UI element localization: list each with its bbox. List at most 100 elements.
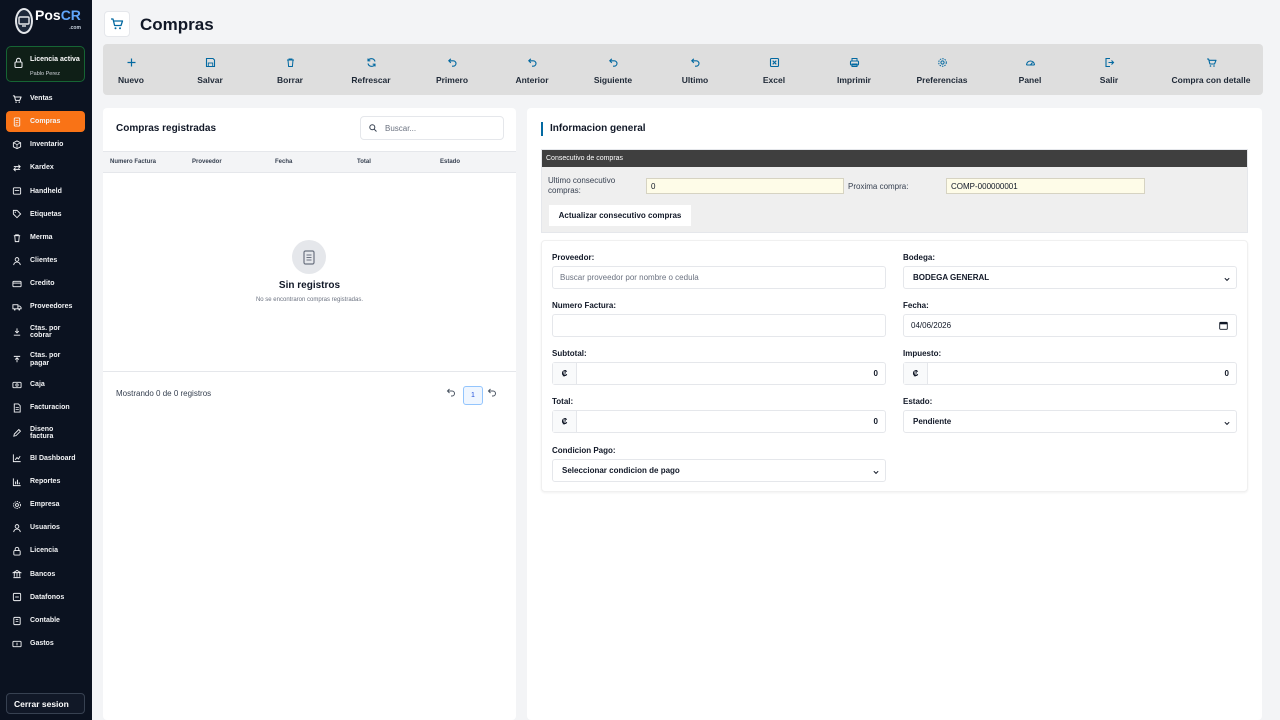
plus-icon — [126, 56, 137, 68]
ultimo-button[interactable]: Ultimo — [650, 44, 740, 95]
proveedor-input[interactable]: Buscar proveedor por nombre o cedula — [552, 266, 886, 289]
imprimir-button[interactable]: Imprimir — [809, 44, 899, 95]
sidebar-item-ctas-por-cobrar[interactable]: Ctas. por cobrar — [6, 320, 85, 345]
salvar-button[interactable]: Salvar — [165, 44, 255, 95]
page-number-button[interactable]: 1 — [463, 386, 483, 405]
pen-icon — [12, 428, 22, 438]
sidebar-item-facturacion[interactable]: Facturacion — [6, 397, 85, 418]
prev-page-icon[interactable] — [446, 384, 456, 402]
sidebar-item-ctas-por-pagar[interactable]: Ctas. por pagar — [6, 347, 85, 372]
purchase-form: Proveedor: Buscar proveedor por nombre o… — [541, 240, 1248, 492]
sidebar-item-etiquetas[interactable]: Etiquetas — [6, 204, 85, 225]
factura-input[interactable] — [552, 314, 886, 337]
sidebar-item-proveedores[interactable]: Proveedores — [6, 297, 85, 318]
last-consecutive-field[interactable]: 0 — [646, 178, 844, 194]
excel-button[interactable]: Excel — [729, 44, 819, 95]
salir-button[interactable]: Salir — [1064, 44, 1154, 95]
currency-symbol: ₡ — [553, 363, 577, 384]
col-proveedor[interactable]: Proveedor — [192, 159, 222, 165]
search-input[interactable] — [385, 123, 495, 133]
nuevo-button[interactable]: Nuevo — [86, 44, 176, 95]
info-title: Informacion general — [550, 123, 646, 134]
fecha-label: Fecha: — [903, 301, 929, 310]
next-purchase-field[interactable]: COMP-000000001 — [946, 178, 1145, 194]
condicion-value: Seleccionar condicion de pago — [562, 466, 680, 475]
toolbar-label: Siguiente — [593, 75, 633, 85]
subtotal-label: Subtotal: — [552, 349, 587, 358]
primero-button[interactable]: Primero — [407, 44, 497, 95]
logout-button[interactable]: Cerrar sesion — [6, 693, 85, 714]
panel-button[interactable]: Panel — [985, 44, 1075, 95]
preferencias-button[interactable]: Preferencias — [897, 44, 987, 95]
records-count: Mostrando 0 de 0 registros — [116, 389, 212, 398]
impuesto-input[interactable]: ₡ 0 — [903, 362, 1237, 385]
print-icon — [849, 56, 860, 68]
sidebar-item-kardex[interactable]: Kardex — [6, 158, 85, 179]
sidebar-item-gastos[interactable]: Gastos — [6, 633, 85, 654]
card-icon — [12, 279, 22, 289]
sidebar-item-diseno-factura[interactable]: Diseno factura — [6, 421, 85, 446]
sidebar-item-inventario[interactable]: Inventario — [6, 134, 85, 155]
consecutive-section: Consecutivo de compras Ultimo consecutiv… — [541, 149, 1248, 233]
toolbar-label: Refrescar — [351, 75, 391, 85]
siguiente-button[interactable]: Siguiente — [568, 44, 658, 95]
sidebar-item-label: Bancos — [30, 570, 56, 578]
sidebar-item-licencia[interactable]: Licencia — [6, 541, 85, 562]
sidebar-item-empresa[interactable]: Empresa — [6, 494, 85, 515]
sidebar-item-bi-dashboard[interactable]: BI Dashboard — [6, 448, 85, 469]
upload-icon — [12, 355, 22, 365]
compra-con-detalle-button[interactable]: Compra con detalle — [1166, 44, 1256, 95]
sidebar-item-caja[interactable]: Caja — [6, 374, 85, 395]
sidebar-item-label: Contable — [30, 616, 60, 624]
sidebar-item-bancos[interactable]: Bancos — [6, 564, 85, 585]
estado-value: Pendiente — [913, 417, 952, 426]
refrescar-button[interactable]: Refrescar — [326, 44, 416, 95]
search-box[interactable] — [360, 116, 504, 140]
sidebar-item-merma[interactable]: Merma — [6, 227, 85, 248]
col-total[interactable]: Total — [357, 159, 371, 165]
total-value: 0 — [873, 417, 878, 426]
logo[interactable]: PosCR .com — [15, 8, 81, 34]
ledger-icon — [12, 616, 22, 626]
update-consecutive-button[interactable]: Actualizar consecutivo compras — [549, 205, 691, 226]
trash-icon — [285, 56, 296, 68]
bodega-select[interactable]: BODEGA GENERAL — [903, 266, 1237, 289]
col-fecha[interactable]: Fecha — [275, 159, 292, 165]
toolbar-label: Primero — [435, 75, 469, 85]
sidebar-item-compras[interactable]: Compras — [6, 111, 85, 133]
calendar-icon[interactable] — [1219, 321, 1228, 332]
condicion-select[interactable]: Seleccionar condicion de pago — [552, 459, 886, 482]
borrar-button[interactable]: Borrar — [245, 44, 335, 95]
anterior-button[interactable]: Anterior — [487, 44, 577, 95]
toolbar-label: Nuevo — [118, 75, 144, 85]
sidebar-item-credito[interactable]: Credito — [6, 274, 85, 295]
next-page-icon[interactable] — [487, 384, 497, 402]
sidebar-item-datafonos[interactable]: Datafonos — [6, 587, 85, 608]
estado-label: Estado: — [903, 397, 933, 406]
sidebar-item-clientes[interactable]: Clientes — [6, 250, 85, 271]
logo-text: PosCR .com — [35, 8, 81, 35]
toolbar-label: Preferencias — [916, 75, 968, 85]
page-title: Compras — [140, 15, 214, 34]
subtotal-input[interactable]: ₡ 0 — [552, 362, 886, 385]
sidebar-item-handheld[interactable]: Handheld — [6, 181, 85, 202]
fecha-input[interactable]: 04/06/2026 — [903, 314, 1237, 337]
sidebar-item-label: Handheld — [30, 187, 62, 195]
col-estado[interactable]: Estado — [440, 159, 460, 165]
sidebar-item-label: Clientes — [30, 257, 58, 265]
estado-select[interactable]: Pendiente — [903, 410, 1237, 433]
undo-icon — [690, 56, 701, 68]
exit-icon — [1104, 56, 1115, 68]
gear-icon — [12, 500, 22, 510]
total-input[interactable]: ₡ 0 — [552, 410, 886, 433]
sidebar-item-ventas[interactable]: Ventas — [6, 88, 85, 109]
sidebar-item-usuarios[interactable]: Usuarios — [6, 517, 85, 538]
device-icon — [12, 186, 22, 196]
toolbar-label: Salvar — [197, 75, 223, 85]
col-numero-factura[interactable]: Numero Factura — [110, 159, 156, 165]
sidebar-item-label: Licencia — [30, 547, 59, 555]
user-icon — [12, 523, 22, 533]
sidebar-item-label: Facturacion — [30, 404, 70, 412]
sidebar-item-reportes[interactable]: Reportes — [6, 471, 85, 492]
sidebar-item-contable[interactable]: Contable — [6, 610, 85, 631]
